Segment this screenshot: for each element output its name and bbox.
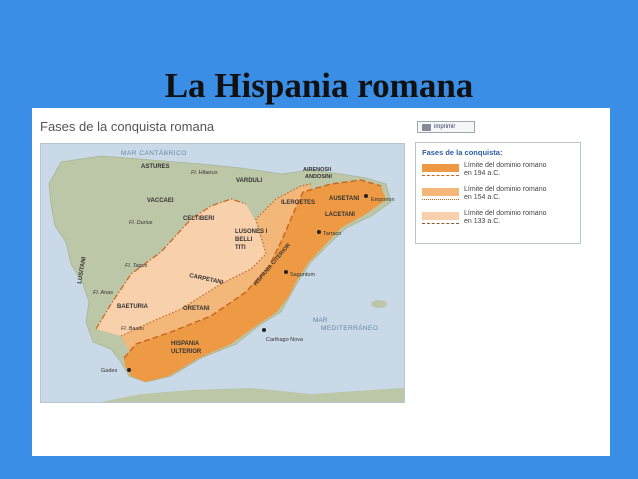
label-ausetani: AUSETANI [329, 196, 360, 202]
label-fl-durius: Fl. Durius [129, 220, 153, 226]
label-mar: MAR [313, 317, 328, 324]
legend-swatch-194 [422, 164, 459, 172]
city-saguntum [284, 270, 288, 274]
city-gades [127, 368, 131, 372]
legend-line-194 [422, 175, 459, 176]
legend-line-154 [422, 199, 459, 200]
label-vardulli: VARDULI [236, 178, 263, 184]
african-coast [101, 388, 404, 402]
label-tarraco: Tarraco [323, 231, 341, 237]
city-emporion [364, 194, 368, 198]
label-ulterior: ULTERIOR [171, 349, 202, 355]
legend-line-133 [422, 223, 459, 224]
label-fl-tagus: Fl. Tagus [125, 263, 148, 269]
label-saguntum: Saguntum [290, 272, 315, 278]
label-emporion: Emporion [371, 197, 395, 203]
label-titi: TITI [235, 245, 246, 251]
balearic-island [371, 300, 387, 308]
map-svg: MAR CANTÁBRICO ASTURES Fl. Hiberus VARDU… [48, 148, 404, 402]
legend-item-133: Límite del dominio romano en 133 a.C. [422, 210, 578, 230]
label-lusones: LUSONES I [235, 229, 268, 235]
label-lacetani: LACETANI [325, 212, 355, 218]
legend: Fases de la conquista: Límite del domini… [415, 142, 581, 244]
label-mediterraneo: MEDITERRÁNEO [321, 323, 378, 332]
printer-icon [422, 123, 431, 131]
label-fl-hiberus: Fl. Hiberus [191, 170, 218, 176]
legend-swatch-133 [422, 212, 459, 220]
legend-swatch-154 [422, 188, 459, 196]
legend-text-133: Límite del dominio romano en 133 a.C. [464, 210, 547, 225]
label-ilergetes: ILERGETES [281, 200, 315, 206]
label-fl-baetis: Fl. Baetis [121, 326, 144, 332]
hispania-map: MAR CANTÁBRICO ASTURES Fl. Hiberus VARDU… [40, 143, 405, 403]
label-celtiberi: CELTIBERI [183, 216, 215, 222]
label-hispania: HISPANIA [171, 341, 200, 347]
label-baeturia: BAETURIA [117, 304, 149, 310]
slide-title: La Hispania romana [164, 66, 474, 105]
label-vaccaei: VACCAEI [147, 198, 174, 204]
city-carthago-nova [262, 328, 266, 332]
map-title: Fases de la conquista romana [40, 119, 215, 134]
label-andosini: ANDOSINI [305, 174, 332, 180]
label-oretani: ORETANI [183, 306, 210, 312]
print-label: imprimir [434, 124, 456, 130]
legend-title: Fases de la conquista: [422, 148, 503, 157]
label-gades: Gades [101, 368, 117, 374]
city-tarraco [317, 230, 321, 234]
legend-text-154: Límite del dominio romano en 154 a.C. [464, 186, 547, 201]
label-aireno: AIRENOSII [303, 167, 332, 173]
print-button[interactable]: imprimir [417, 121, 475, 133]
label-belli: BELLI [235, 237, 253, 243]
label-carthago-nova: Carthago Nova [266, 337, 304, 343]
legend-text-194: Límite del dominio romano en 194 a.C. [464, 162, 547, 177]
legend-item-194: Límite del dominio romano en 194 a.C. [422, 162, 578, 182]
label-astures: ASTURES [141, 164, 170, 170]
label-fl-anas: Fl. Anas [93, 290, 113, 296]
label-mar-cantabrico: MAR CANTÁBRICO [121, 148, 187, 157]
map-panel: Fases de la conquista romana imprimir MA… [32, 108, 610, 456]
legend-item-154: Límite del dominio romano en 154 a.C. [422, 186, 578, 206]
